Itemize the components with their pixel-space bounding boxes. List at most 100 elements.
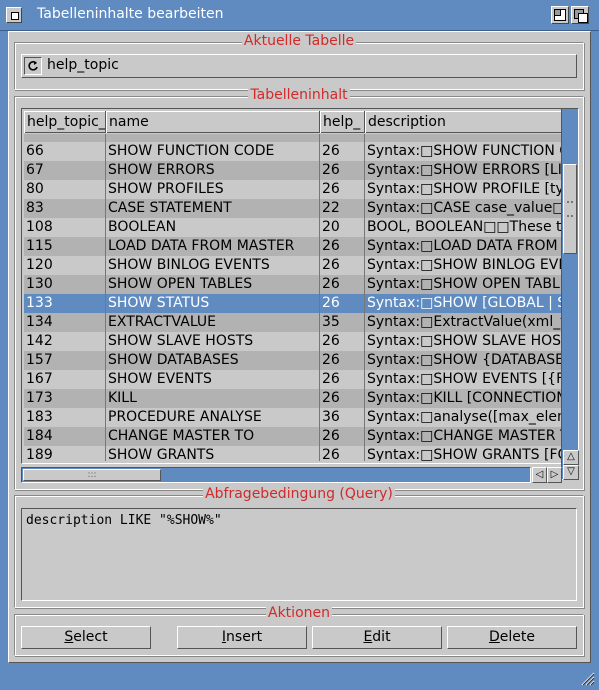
vertical-scrollbar[interactable]: [561, 108, 579, 480]
table-row[interactable]: 108 BOOLEAN 20 BOOL, BOOLEAN□□These t: [24, 218, 562, 237]
cell-help-topic-id: 130: [24, 275, 106, 294]
close-icon[interactable]: [6, 7, 22, 23]
scroll-right-icon[interactable]: ▷: [547, 467, 562, 483]
query-textarea[interactable]: description LIKE "%SHOW%": [21, 508, 577, 601]
query-group-title: Abfragebedingung (Query): [203, 486, 395, 502]
cell-help-topic-id: 189: [24, 446, 106, 461]
delete-button[interactable]: Delete: [447, 626, 577, 649]
cell-help-topic-id: 183: [24, 408, 106, 427]
cell-name: SHOW ERRORS: [106, 161, 320, 180]
cell-help-category: 26: [320, 161, 365, 180]
horizontal-scroll-thumb[interactable]: :::: [23, 469, 161, 481]
table-row[interactable]: 167 SHOW EVENTS 26 Syntax:□SHOW EVENTS [{F: [24, 370, 562, 389]
cell-help-category: 26: [320, 389, 365, 408]
cell-help-topic-id: 142: [24, 332, 106, 351]
cell-name: KILL: [106, 389, 320, 408]
table-row[interactable]: 184 CHANGE MASTER TO 26 Syntax:□CHANGE MAST…: [24, 427, 562, 446]
scroll-down-icon[interactable]: ▽: [563, 465, 579, 480]
column-header-description[interactable]: description: [365, 111, 562, 133]
edit-button[interactable]: Edit: [312, 626, 442, 649]
cell-help-topic-id: 80: [24, 180, 106, 199]
table-row[interactable]: 157 SHOW DATABASES 26 Syntax:□SHOW {DATABAS…: [24, 351, 562, 370]
cell-description: Syntax:□SHOW {DATABASE: [367, 352, 562, 368]
select-button[interactable]: Select: [21, 626, 151, 649]
cell-name: SHOW PROFILES: [106, 180, 320, 199]
cell-name: SHOW SLAVE HOSTS: [106, 332, 320, 351]
cell-help-category: 26: [320, 180, 365, 199]
table-row[interactable]: 173 KILL 26 Syntax:□KILL [CONNECTION: [24, 389, 562, 408]
table-row[interactable]: 83 CASE STATEMENT 22 Syntax:□CASE case_valu…: [24, 199, 562, 218]
table-row[interactable]: 80 SHOW PROFILES 26 Syntax:□SHOW PROFILE [t…: [24, 180, 562, 199]
depth-icon[interactable]: [571, 6, 589, 24]
table-row[interactable]: 142 SHOW SLAVE HOSTS 26 Syntax:□SHOW SLAVE …: [24, 332, 562, 351]
title-bar[interactable]: Tabelleninhalte bearbeiten: [0, 0, 599, 31]
cell-name: CASE STATEMENT: [106, 199, 320, 218]
cell-description: Syntax:□SHOW PROFILE [typ: [367, 181, 562, 197]
cell-name: EXTRACTVALUE: [106, 313, 320, 332]
current-table-group-title: Aktuelle Tabelle: [241, 33, 357, 49]
cell-description: Syntax:□ExtractValue(xml_fr: [367, 314, 562, 330]
table-row[interactable]: 66 SHOW FUNCTION CODE 26 Syntax:□SHOW FUNCT…: [24, 142, 562, 161]
table-listview[interactable]: help_topic_ name help_ description 66 SHO…: [21, 108, 565, 464]
actions-group-title: Aktionen: [266, 605, 332, 621]
window-body: Aktuelle Tabelle help_topic Tabelleninha…: [8, 31, 591, 663]
table-content-group-title: Tabelleninhalt: [248, 87, 350, 103]
cell-description: Syntax:□SHOW ERRORS [LI: [367, 162, 562, 178]
cell-help-topic-id: 67: [24, 161, 106, 180]
cell-name: PROCEDURE ANALYSE: [106, 408, 320, 427]
cell-name: SHOW EVENTS: [106, 370, 320, 389]
insert-button[interactable]: Insert: [177, 626, 307, 649]
cell-description: Syntax:□SHOW BINLOG EVE: [367, 257, 562, 273]
resize-grip-icon[interactable]: [581, 672, 595, 686]
zoom-icon[interactable]: [551, 6, 569, 24]
cell-name: LOAD DATA FROM MASTER: [106, 237, 320, 256]
cell-name: SHOW STATUS: [106, 294, 320, 313]
vertical-scroll-thumb[interactable]: [563, 164, 577, 254]
cell-description: Syntax:□SHOW GRANTS [FC: [367, 447, 562, 461]
table-row[interactable]: 183 PROCEDURE ANALYSE 36 Syntax:□analyse([m…: [24, 408, 562, 427]
cell-help-topic-id: 115: [24, 237, 106, 256]
cell-name: SHOW FUNCTION CODE: [106, 142, 320, 161]
table-row[interactable]: 130 SHOW OPEN TABLES 26 Syntax:□SHOW OPEN T…: [24, 275, 562, 294]
current-table-value: help_topic: [47, 57, 119, 73]
column-header-help-category[interactable]: help_: [320, 111, 365, 133]
cell-name: SHOW GRANTS: [106, 446, 320, 461]
cell-description: Syntax:□CASE case_value□: [367, 200, 562, 216]
scroll-left-icon[interactable]: ◁: [532, 467, 547, 483]
table-cycle-selector[interactable]: help_topic: [21, 54, 577, 78]
cell-help-topic-id: 157: [24, 351, 106, 370]
table-row[interactable]: 115 LOAD DATA FROM MASTER 26 Syntax:□LOAD D…: [24, 237, 562, 256]
column-header-help-topic-id[interactable]: help_topic_: [24, 111, 106, 133]
table-header: help_topic_ name help_ description: [24, 111, 562, 133]
cell-help-category: 26: [320, 142, 365, 161]
cell-help-category: 35: [320, 313, 365, 332]
table-row-selected[interactable]: 133 SHOW STATUS 26 Syntax:□SHOW [GLOBAL | S: [24, 294, 562, 313]
table-row[interactable]: 120 SHOW BINLOG EVENTS 26 Syntax:□SHOW BINL…: [24, 256, 562, 275]
cell-help-topic-id: 133: [24, 294, 106, 313]
cell-help-category: 36: [320, 408, 365, 427]
column-header-name[interactable]: name: [106, 111, 320, 133]
cell-help-topic-id: 108: [24, 218, 106, 237]
cell-description: Syntax:□SHOW EVENTS [{F: [367, 371, 562, 387]
cell-description: Syntax:□SHOW FUNCTION C: [367, 143, 562, 159]
cell-help-category: 26: [320, 275, 365, 294]
cell-name: SHOW OPEN TABLES: [106, 275, 320, 294]
query-text: description LIKE "%SHOW%": [26, 513, 222, 528]
table-body: 66 SHOW FUNCTION CODE 26 Syntax:□SHOW FUNCT…: [24, 134, 562, 461]
cell-description: Syntax:□CHANGE MASTER T: [367, 428, 562, 444]
scroll-up-icon[interactable]: △: [563, 450, 579, 465]
table-row[interactable]: 189 SHOW GRANTS 26 Syntax:□SHOW GRANTS [FC: [24, 446, 562, 461]
cell-description: Syntax:□SHOW OPEN TABLI: [367, 276, 562, 292]
cycle-icon[interactable]: [24, 57, 42, 75]
horizontal-scrollbar[interactable]: :::: [21, 467, 531, 483]
cell-description: Syntax:□KILL [CONNECTION: [367, 390, 562, 406]
cell-help-category: 26: [320, 294, 365, 313]
table-row-partial[interactable]: [24, 134, 562, 142]
table-row[interactable]: 67 SHOW ERRORS 26 Syntax:□SHOW ERRORS [LI: [24, 161, 562, 180]
cell-description: Syntax:□analyse([max_elem: [367, 409, 562, 425]
table-row[interactable]: 134 EXTRACTVALUE 35 Syntax:□ExtractValue(xm…: [24, 313, 562, 332]
cell-help-category: 26: [320, 256, 365, 275]
cell-description: Syntax:□SHOW [GLOBAL | S: [367, 295, 562, 311]
cell-help-category: 26: [320, 332, 365, 351]
cell-description: Syntax:□LOAD DATA FROM: [367, 238, 558, 254]
